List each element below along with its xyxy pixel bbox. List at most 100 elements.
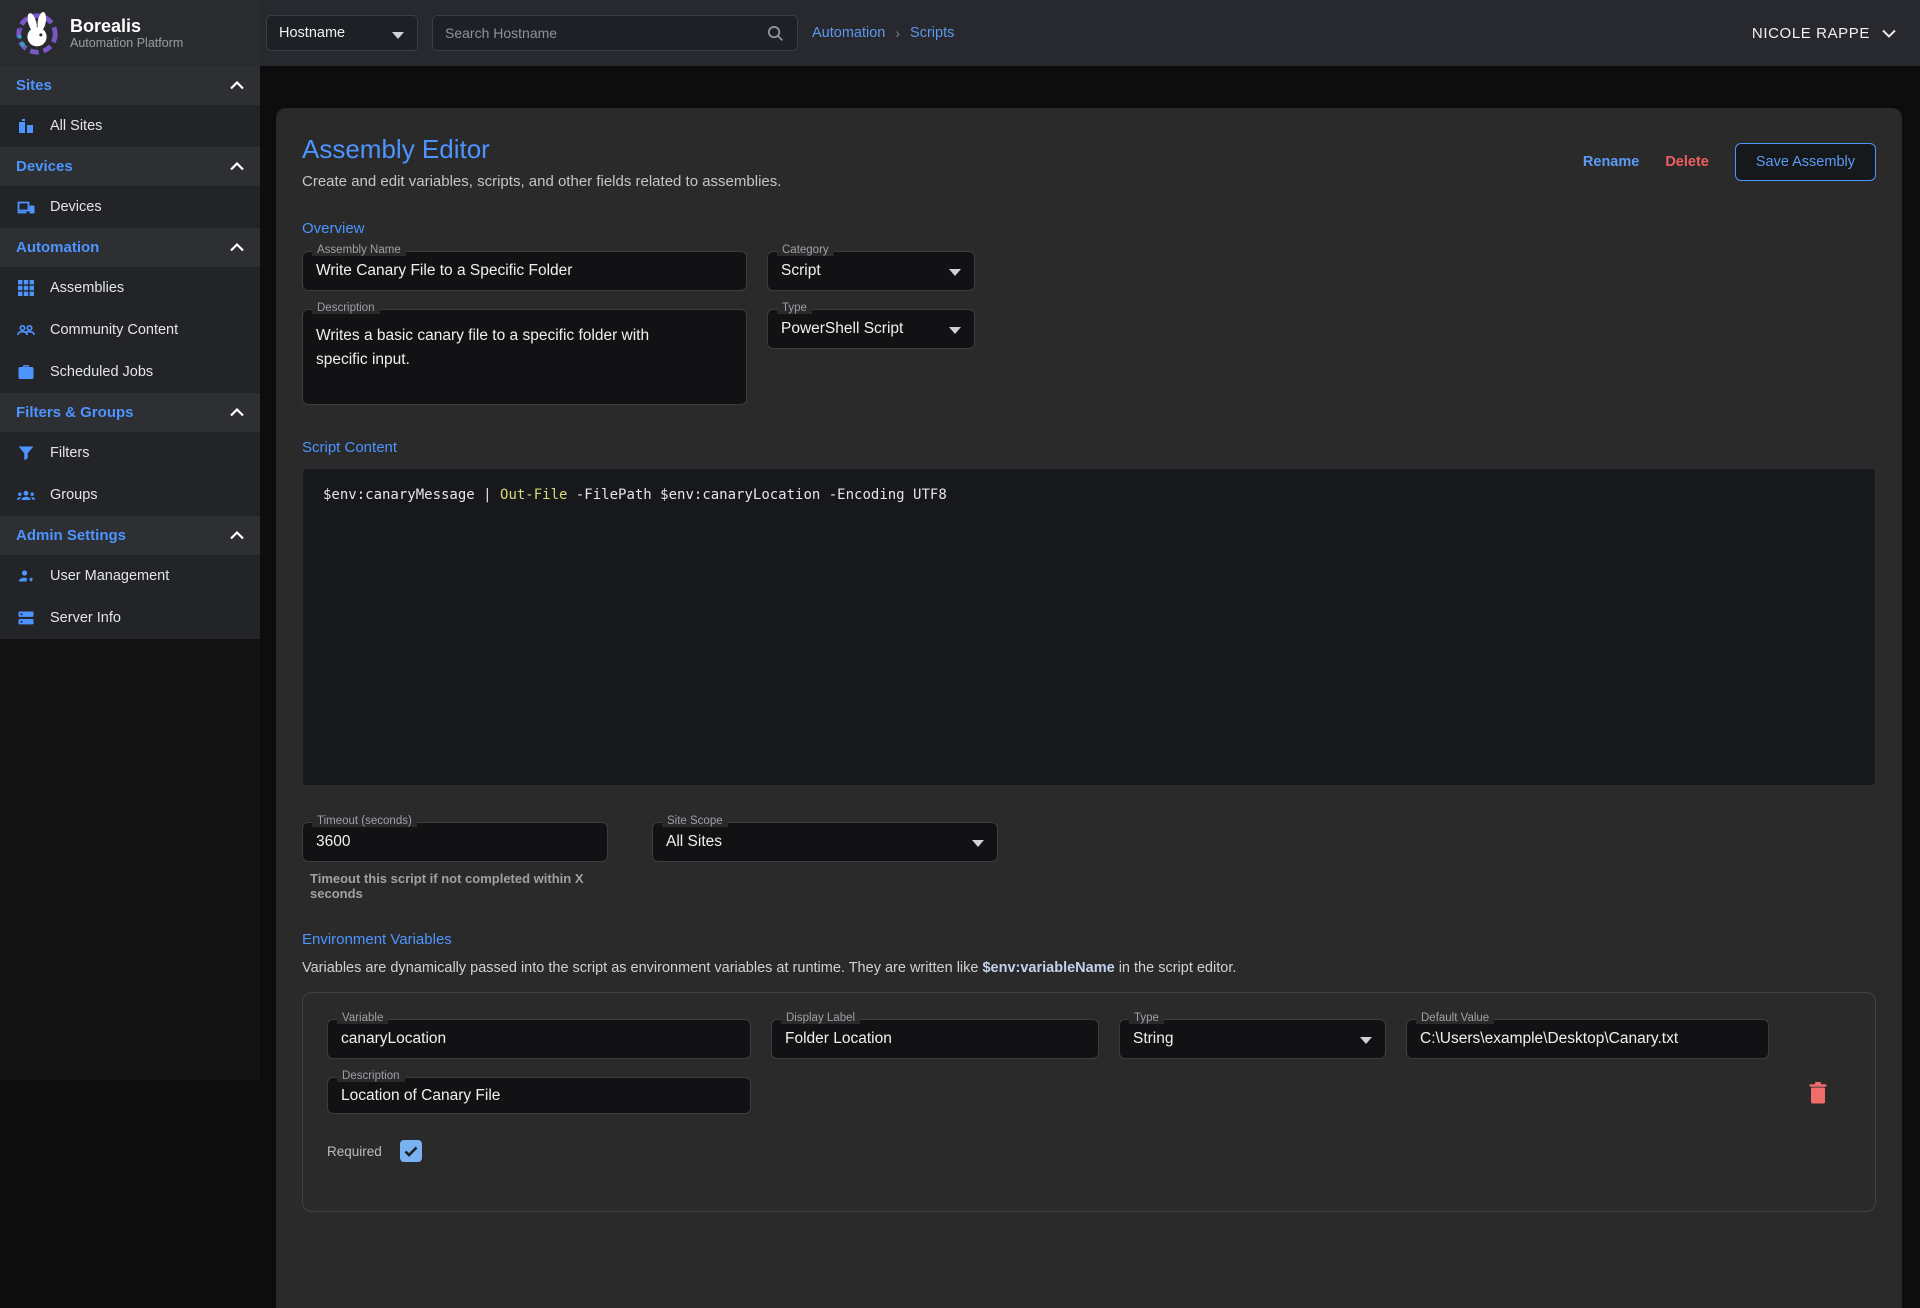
sidebar-item-label: Scheduled Jobs	[50, 364, 153, 380]
variable-description-field[interactable]: Description Location of Canary File	[327, 1077, 751, 1114]
variable-row: Variable canaryLocation Display Label Fo…	[302, 992, 1876, 1212]
sidebar-section-filters-groups[interactable]: Filters & Groups	[0, 393, 260, 432]
search-icon	[766, 24, 785, 43]
devices-icon	[16, 197, 36, 217]
default-value-label: Default Value	[1416, 1012, 1494, 1024]
sidebar-item-label: Groups	[50, 487, 98, 503]
page-subtitle: Create and edit variables, scripts, and …	[302, 173, 781, 190]
variable-description-label: Description	[337, 1070, 405, 1082]
display-label-label: Display Label	[781, 1012, 860, 1024]
section-label: Admin Settings	[16, 527, 126, 544]
site-scope-select[interactable]: Site Scope All Sites	[652, 822, 998, 862]
timeout-block: Timeout (seconds) 3600 Timeout this scri…	[302, 822, 608, 901]
variable-type-label: Type	[1129, 1012, 1164, 1024]
brand-header: Borealis Automation Platform	[0, 0, 260, 66]
chevron-up-icon	[230, 162, 244, 171]
default-value-value: C:\Users\example\Desktop\Canary.txt	[1407, 1020, 1768, 1058]
delete-variable-trash-icon[interactable]	[1807, 1081, 1829, 1105]
sidebar-item-label: Server Info	[50, 610, 121, 626]
server-icon	[16, 608, 36, 628]
chevron-down-icon	[949, 269, 961, 276]
search-input[interactable]	[445, 25, 766, 41]
sidebar-item-label: User Management	[50, 568, 169, 584]
building-icon	[16, 116, 36, 136]
sidebar-item-assemblies[interactable]: Assemblies	[0, 267, 260, 309]
section-label: Sites	[16, 77, 52, 94]
header-actions: Rename Delete Save Assembly	[1583, 143, 1876, 181]
script-code-editor[interactable]: $env:canaryMessage | Out-File -FilePath …	[302, 468, 1876, 786]
required-label: Required	[327, 1144, 382, 1159]
chevron-down-icon	[1882, 29, 1896, 38]
sidebar-section-automation[interactable]: Automation	[0, 228, 260, 267]
breadcrumb-automation[interactable]: Automation	[812, 25, 885, 41]
variable-fields-row-1: Variable canaryLocation Display Label Fo…	[327, 1019, 1851, 1059]
briefcase-icon	[16, 362, 36, 382]
sidebar-section-devices[interactable]: Devices	[0, 147, 260, 186]
sidebar-item-user-management[interactable]: User Management	[0, 555, 260, 597]
grid-icon	[16, 278, 36, 298]
delete-button[interactable]: Delete	[1665, 154, 1709, 170]
timeout-label: Timeout (seconds)	[312, 815, 417, 827]
variable-type-select[interactable]: Type String	[1119, 1019, 1386, 1059]
sidebar-item-community-content[interactable]: Community Content	[0, 309, 260, 351]
chevron-up-icon	[230, 408, 244, 417]
env-desc-segment: Variables are dynamically passed into th…	[302, 960, 982, 976]
assembly-name-field[interactable]: Assembly Name Write Canary File to a Spe…	[302, 251, 747, 291]
chevron-down-icon	[972, 840, 984, 847]
breadcrumb-separator: ›	[895, 25, 900, 41]
code-keyword: Out-File	[500, 487, 567, 503]
category-select[interactable]: Category Script	[767, 251, 975, 291]
chevron-down-icon	[949, 327, 961, 334]
default-value-field[interactable]: Default Value C:\Users\example\Desktop\C…	[1406, 1019, 1769, 1059]
type-select[interactable]: Type PowerShell Script	[767, 309, 975, 349]
env-vars-heading: Environment Variables	[302, 931, 1876, 948]
description-value: Writes a basic canary file to a specific…	[303, 310, 703, 372]
overview-row-1: Assembly Name Write Canary File to a Spe…	[302, 251, 1876, 291]
sidebar-item-scheduled-jobs[interactable]: Scheduled Jobs	[0, 351, 260, 393]
rename-button[interactable]: Rename	[1583, 154, 1639, 170]
required-row: Required	[327, 1140, 1851, 1162]
section-label: Automation	[16, 239, 99, 256]
chevron-up-icon	[230, 81, 244, 90]
sidebar-item-all-sites[interactable]: All Sites	[0, 105, 260, 147]
timeout-field[interactable]: Timeout (seconds) 3600	[302, 822, 608, 862]
brand-text: Borealis Automation Platform	[70, 16, 183, 51]
variable-label: Variable	[337, 1012, 388, 1024]
sidebar-item-label: Community Content	[50, 322, 178, 338]
sidebar-item-label: Filters	[50, 445, 89, 461]
chevron-down-icon	[1360, 1037, 1372, 1044]
sidebar-section-admin-settings[interactable]: Admin Settings	[0, 516, 260, 555]
variable-value: canaryLocation	[328, 1020, 750, 1058]
user-menu[interactable]: NICOLE RAPPE	[1752, 0, 1896, 66]
category-label: Category	[777, 244, 834, 256]
sidebar-item-devices[interactable]: Devices	[0, 186, 260, 228]
env-desc-variable-token: $env:variableName	[982, 960, 1114, 976]
sidebar-item-filters[interactable]: Filters	[0, 432, 260, 474]
assembly-name-label: Assembly Name	[312, 244, 406, 256]
breadcrumb-scripts[interactable]: Scripts	[910, 25, 954, 41]
required-checkbox[interactable]	[400, 1140, 422, 1162]
save-assembly-button[interactable]: Save Assembly	[1735, 143, 1876, 181]
code-segment: $env:canaryMessage |	[323, 487, 500, 503]
variable-description-value: Location of Canary File	[328, 1078, 750, 1113]
borealis-logo-icon	[14, 10, 60, 56]
checkmark-icon	[404, 1146, 418, 1157]
sidebar-section-sites[interactable]: Sites	[0, 66, 260, 105]
overview-heading: Overview	[302, 220, 1876, 237]
env-desc-segment: in the script editor.	[1115, 960, 1237, 976]
sidebar-item-groups[interactable]: Groups	[0, 474, 260, 516]
display-label-value: Folder Location	[772, 1020, 1098, 1058]
breadcrumb: Automation › Scripts	[812, 0, 954, 66]
card-header: Assembly Editor Create and edit variable…	[302, 134, 1876, 190]
title-block: Assembly Editor Create and edit variable…	[302, 134, 781, 190]
groups-icon	[16, 485, 36, 505]
description-field[interactable]: Description Writes a basic canary file t…	[302, 309, 747, 405]
sidebar-item-server-info[interactable]: Server Info	[0, 597, 260, 639]
variable-name-field[interactable]: Variable canaryLocation	[327, 1019, 751, 1059]
display-label-field[interactable]: Display Label Folder Location	[771, 1019, 1099, 1059]
brand-subtitle: Automation Platform	[70, 36, 183, 50]
filter-icon	[16, 443, 36, 463]
user-management-icon	[16, 566, 36, 586]
section-label: Devices	[16, 158, 73, 175]
hostname-filter-select[interactable]: Hostname	[266, 15, 418, 51]
